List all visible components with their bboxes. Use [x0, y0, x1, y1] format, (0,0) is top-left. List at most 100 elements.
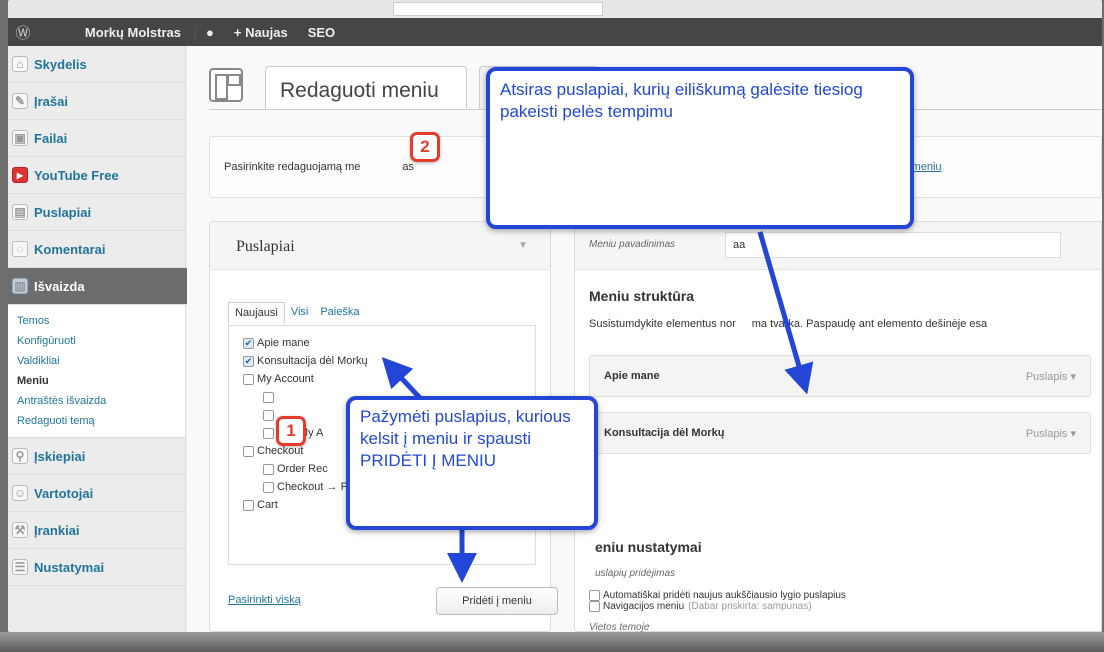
page-checklist-row[interactable]: My Account: [229, 370, 535, 388]
appearance-icon: ▥: [12, 278, 28, 294]
menu-item[interactable]: Apie mane Puslapis ▾: [589, 355, 1091, 397]
sidebar-item-media[interactable]: ▣ Failai: [8, 120, 185, 157]
sidebar-item-label: Komentarai: [34, 241, 106, 257]
checkbox[interactable]: [263, 463, 274, 475]
checkbox[interactable]: [263, 481, 274, 493]
checkbox[interactable]: [263, 409, 274, 421]
pin-icon: ✎: [12, 93, 28, 109]
sidebar-item-dashboard[interactable]: ⌂ Skydelis: [8, 46, 185, 83]
pages-metabox-title: Puslapiai: [236, 238, 295, 255]
tab-recent[interactable]: Naujausi: [228, 302, 285, 324]
sidebar-item-label: Failai: [34, 130, 68, 146]
location-option[interactable]: Navigacijos meniu (Dabar priskirta: sampu…: [589, 601, 812, 612]
auto-add-label: uslapių pridėjimas: [595, 568, 676, 579]
settings-icon: ☰: [12, 559, 28, 575]
page-checklist-row[interactable]: ✔ Apie mane: [229, 334, 535, 352]
site-name-link[interactable]: Morkų Molstras: [38, 24, 196, 40]
submenu-item-header[interactable]: Antraštės išvaizda: [17, 391, 185, 411]
checked-checkbox[interactable]: ✔: [243, 355, 254, 367]
select-menu-label: Pasirinkite redaguojamą me as: [224, 161, 414, 173]
sidebar-item-appearance[interactable]: ▥ Išvaizda: [8, 268, 204, 305]
submenu-item-widgets[interactable]: Valdikliai: [17, 351, 185, 371]
callout-select-pages: Pažymėti puslapius, kurious kelsit į men…: [346, 396, 598, 530]
sidebar-item-label: Įrankiai: [34, 522, 80, 538]
checkbox[interactable]: [263, 391, 274, 403]
tab-all[interactable]: Visi: [285, 302, 315, 324]
youtube-icon: ▶: [12, 167, 28, 183]
step-badge-2: 2: [410, 132, 440, 162]
appearance-submenu: Temos Konfigūruoti Valdikliai Meniu Antr…: [8, 305, 185, 438]
media-icon: ▣: [12, 130, 28, 146]
sidebar-item-label: YouTube Free: [34, 167, 119, 183]
comment-icon: ◌: [12, 241, 28, 257]
step-badge-1: 1: [276, 416, 306, 446]
sidebar-item-settings[interactable]: ☰ Nustatymai: [8, 549, 185, 586]
wordpress-logo-icon[interactable]: Ⓦ: [8, 22, 38, 43]
frame-shadow: [0, 632, 1104, 652]
location-label: Vietos temoje: [589, 622, 650, 632]
add-to-menu-button[interactable]: Pridėti į meniu: [436, 587, 558, 615]
seo-link[interactable]: SEO: [298, 25, 345, 40]
sidebar-item-pages[interactable]: ▤ Puslapiai: [8, 194, 185, 231]
sidebar-item-posts[interactable]: ✎ Įrašai: [8, 83, 185, 120]
pages-metabox-header[interactable]: Puslapiai ▼: [210, 222, 550, 270]
auto-add-checkbox[interactable]: [589, 590, 600, 601]
menu-item-title: Konsultacija dėl Morkų: [604, 427, 725, 439]
submenu-item-themes[interactable]: Temos: [17, 311, 185, 331]
screenshot-frame: Ⓦ Morkų Molstras ● + Naujas SEO ⌂ Skydeli…: [8, 0, 1102, 632]
checkbox[interactable]: [243, 499, 254, 511]
toggle-arrow-icon[interactable]: ▼: [518, 240, 528, 251]
sidebar-item-users[interactable]: ☺ Vartotojai: [8, 475, 185, 512]
menu-item-type[interactable]: Puslapis ▾: [1026, 370, 1076, 383]
checkbox[interactable]: [263, 427, 274, 439]
submenu-item-customize[interactable]: Konfigūruoti: [17, 331, 185, 351]
menu-structure-desc: Susistumdykite elementus nor ma tvarka. P…: [589, 318, 988, 330]
admin-bar: Ⓦ Morkų Molstras ● + Naujas SEO: [8, 18, 1102, 46]
submenu-item-editor[interactable]: Redaguoti temą: [17, 411, 185, 431]
location-checkbox[interactable]: [589, 601, 600, 612]
tab-search[interactable]: Paieška: [314, 302, 365, 324]
checked-checkbox[interactable]: ✔: [243, 337, 254, 349]
menu-item-title: Apie mane: [604, 370, 660, 382]
menu-item-type[interactable]: Puslapis ▾: [1026, 427, 1076, 440]
page-label: Konsultacija dėl Morkų: [257, 355, 368, 367]
plugin-icon: ⚲: [12, 448, 28, 464]
tools-icon: ⚒: [12, 522, 28, 538]
sidebar-item-plugins[interactable]: ⚲ Įskiepiai: [8, 438, 185, 475]
submenu-item-menus[interactable]: Meniu: [17, 371, 185, 391]
page-label: Apie mane: [257, 337, 310, 349]
admin-sidebar: ⌂ Skydelis ✎ Įrašai ▣ Failai ▶ YouTube Free …: [8, 46, 204, 632]
sidebar-item-label: Skydelis: [34, 56, 87, 72]
menu-settings-title: eniu nustatymai: [595, 539, 702, 555]
sidebar-item-label: Nustatymai: [34, 559, 105, 575]
sidebar-item-label: Vartotojai: [34, 485, 94, 501]
checkbox[interactable]: [243, 373, 254, 385]
sidebar-item-tools[interactable]: ⚒ Įrankiai: [8, 512, 185, 549]
sidebar-item-comments[interactable]: ◌ Komentarai: [8, 231, 185, 268]
sidebar-item-youtube[interactable]: ▶ YouTube Free: [8, 157, 185, 194]
menu-name-label: Meniu pavadinimas: [589, 239, 676, 250]
page-checklist-row[interactable]: ✔ Konsultacija dėl Morkų: [229, 352, 535, 370]
page-label: Cart: [257, 499, 278, 511]
browser-strip: [8, 0, 1102, 18]
sidebar-item-label: Išvaizda: [34, 278, 85, 294]
page-icon: ▤: [12, 204, 28, 220]
sidebar-item-label: Įrašai: [34, 93, 68, 109]
checkbox[interactable]: [243, 445, 254, 457]
comments-bubble-icon[interactable]: ●: [196, 25, 224, 40]
browser-tab[interactable]: [393, 2, 603, 16]
callout-drag-order: Atsiras puslapiai, kurių eiliškumą galės…: [486, 67, 914, 229]
sidebar-item-label: Puslapiai: [34, 204, 92, 220]
menu-name-input[interactable]: aa: [725, 232, 1061, 258]
auto-add-option[interactable]: Automatiškai pridėti naujus aukščiausio …: [589, 590, 846, 601]
menus-screen-icon: [209, 68, 243, 102]
page-label: My Account: [257, 373, 314, 385]
sidebar-item-label: Įskiepiai: [34, 448, 86, 464]
select-all-link[interactable]: Pasirinkti viską: [228, 594, 301, 606]
menu-item[interactable]: Konsultacija dėl Morkų Puslapis ▾: [589, 412, 1091, 454]
tab-edit-menu[interactable]: Redaguoti meniu: [265, 66, 467, 110]
menu-name-header: Meniu pavadinimas aa: [575, 222, 1101, 270]
menu-edit-box: Meniu pavadinimas aa Meniu struktūra Sus…: [574, 221, 1102, 632]
menu-structure-title: Meniu struktūra: [589, 288, 695, 304]
new-content-link[interactable]: + Naujas: [224, 25, 298, 40]
